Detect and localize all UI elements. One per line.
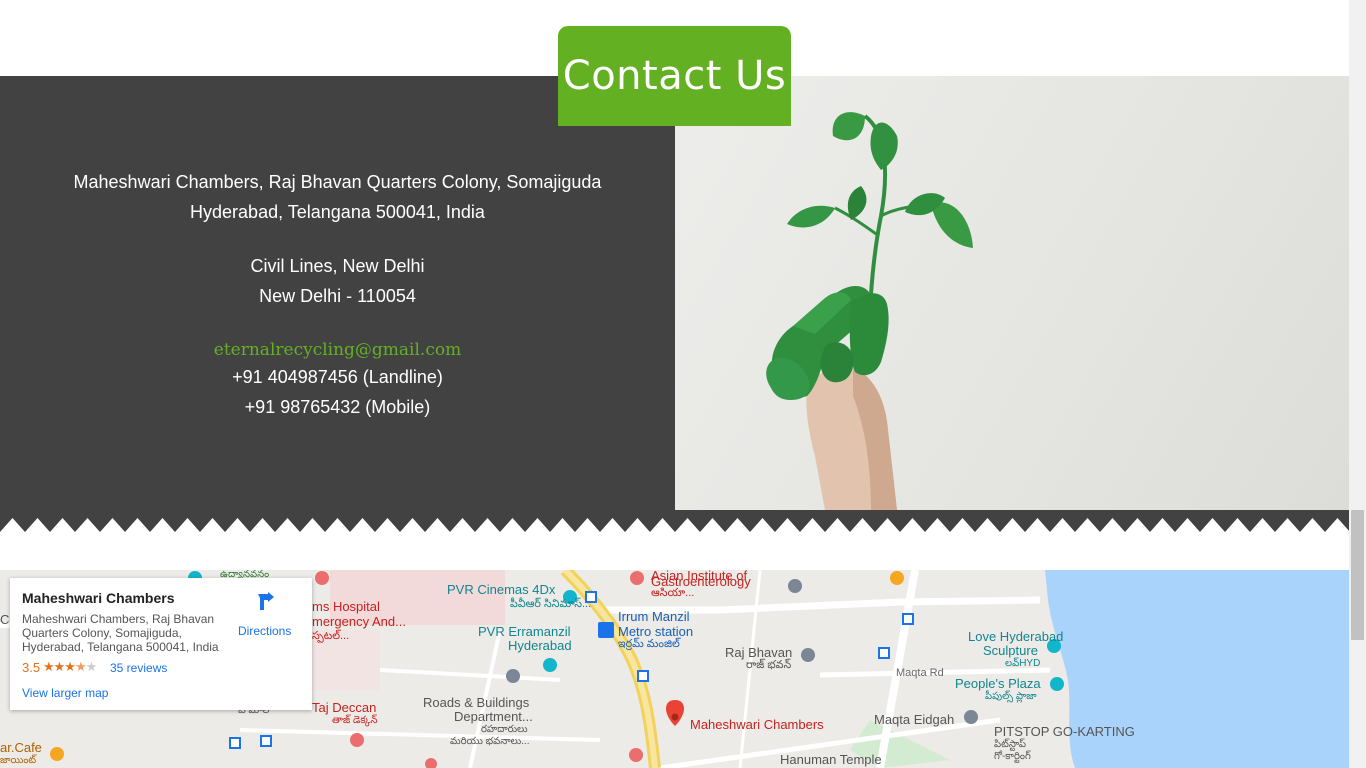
contact-us-title: Contact Us bbox=[562, 53, 787, 99]
page-scrollbar[interactable] bbox=[1349, 0, 1366, 768]
map-label-irrum-1: Irrum Manzil bbox=[618, 609, 690, 624]
map-label-love-hyd-1: Love Hyderabad bbox=[968, 629, 1064, 644]
map-label-raj-bhavan: Raj Bhavan bbox=[725, 645, 793, 660]
map-label-pvr-cinemas: PVR Cinemas 4Dx bbox=[447, 582, 556, 597]
map-label-bar-cafe-te: జాయింట్ bbox=[0, 755, 37, 766]
hand-holding-plant-illustration bbox=[766, 112, 973, 510]
map-label-taj-deccan: Taj Deccan bbox=[312, 700, 377, 715]
contact-details: eternalrecycling@gmail.com +91 404987456… bbox=[0, 334, 675, 422]
contact-section: Maheshwari Chambers, Raj Bhavan Quarters… bbox=[0, 76, 1349, 510]
place-address: Maheshwari Chambers, Raj Bhavan Quarters… bbox=[22, 612, 219, 654]
map-label-peoples-plaza-te: పీపుల్స్ ప్లాజా bbox=[985, 691, 1037, 702]
map-label-hospital-2: mergency And... bbox=[312, 614, 406, 629]
address-hyderabad: Maheshwari Chambers, Raj Bhavan Quarters… bbox=[0, 167, 675, 227]
zigzag-divider bbox=[0, 510, 1349, 532]
contact-info-panel: Maheshwari Chambers, Raj Bhavan Quarters… bbox=[0, 76, 675, 510]
address-delhi: Civil Lines, New Delhi New Delhi - 11005… bbox=[0, 251, 675, 311]
map-label-taj-deccan-te: తాజ్ డెక్కన్ bbox=[332, 715, 378, 726]
scrollbar-thumb[interactable] bbox=[1351, 510, 1364, 640]
view-larger-map-link[interactable]: View larger map bbox=[22, 686, 108, 700]
map-label-hanuman: Hanuman Temple bbox=[780, 752, 882, 767]
map-label-love-hyd-2: Sculpture bbox=[983, 643, 1038, 658]
address-hyderabad-line1: Maheshwari Chambers, Raj Bhavan Quarters… bbox=[73, 172, 602, 192]
address-delhi-line1: Civil Lines, New Delhi bbox=[250, 256, 425, 276]
map-label-pvr-erramanzil-1: PVR Erramanzil bbox=[478, 624, 571, 639]
map-label-bar-cafe: ar.Cafe bbox=[0, 740, 42, 755]
address-hyderabad-line2: Hyderabad, Telangana 500041, India bbox=[190, 202, 485, 222]
contact-us-heading: Contact Us bbox=[558, 26, 791, 126]
map-label-hospital-te: స్పటల్... bbox=[312, 630, 350, 642]
map-label-irrum-te: ఇర్రమ్ మంజిల్ bbox=[618, 638, 680, 650]
place-rating: 3.5 bbox=[22, 660, 41, 675]
address-delhi-line2: New Delhi - 110054 bbox=[259, 286, 416, 306]
map-label-pvr-cinemas-te: పీవీఆర్ సినిమాస్... bbox=[510, 598, 592, 610]
map-label-hospital-1: ms Hospital bbox=[312, 599, 380, 614]
page: Maheshwari Chambers, Raj Bhavan Quarters… bbox=[0, 0, 1349, 768]
map-label-roads-te-2: మరియు భవనాలు... bbox=[450, 736, 530, 747]
map-label-maqta-eidgah: Maqta Eidgah bbox=[874, 712, 955, 727]
phone-mobile: +91 98765432 (Mobile) bbox=[244, 397, 431, 417]
directions-icon[interactable] bbox=[256, 592, 276, 612]
map-label-peoples-plaza: People's Plaza bbox=[955, 676, 1041, 691]
map-place-card: Maheshwari Chambers Maheshwari Chambers,… bbox=[10, 578, 312, 710]
map-label-maheshwari-pin: Maheshwari Chambers bbox=[690, 717, 824, 732]
map-label-maqta-rd: Maqta Rd bbox=[896, 667, 944, 679]
map-label-gastro-te: ఆసియా... bbox=[651, 587, 695, 599]
reviews-link[interactable]: 35 reviews bbox=[110, 661, 167, 675]
rating-stars: ★★★★★ bbox=[43, 659, 97, 674]
map-label-pvr-erramanzil-2: Hyderabad bbox=[508, 638, 572, 653]
map-label-love-hyd-te: లవ్HYD bbox=[1005, 658, 1041, 669]
map-label-roads-1: Roads & Buildings bbox=[423, 695, 530, 710]
map-label-raj-bhavan-te: రాజ్ భవన్ bbox=[746, 659, 792, 671]
plant-hand-image bbox=[675, 76, 1349, 510]
email-link[interactable]: eternalrecycling@gmail.com bbox=[214, 340, 461, 360]
map-label-pitstop-te-2: గో-కార్టింగ్ bbox=[994, 751, 1031, 762]
map-label-irrum-2: Metro station bbox=[618, 624, 694, 639]
map-label-pitstop: PITSTOP GO-KARTING bbox=[994, 724, 1135, 739]
directions-link[interactable]: Directions bbox=[238, 624, 291, 638]
map-label-roads-2: Department... bbox=[454, 709, 533, 724]
phone-landline: +91 404987456 (Landline) bbox=[232, 367, 443, 387]
place-name: Maheshwari Chambers bbox=[22, 590, 175, 606]
